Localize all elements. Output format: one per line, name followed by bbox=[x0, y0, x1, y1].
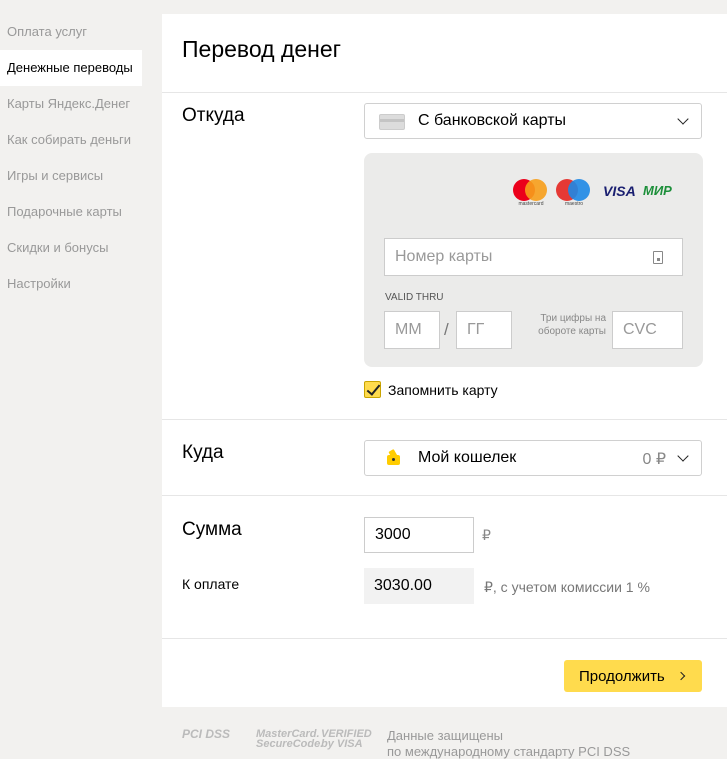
divider bbox=[162, 419, 727, 420]
security-text: Данные защищены по международному станда… bbox=[387, 728, 630, 759]
divider bbox=[162, 495, 727, 496]
sum-label: Сумма bbox=[182, 519, 242, 540]
to-pay-value: 3030.00 bbox=[364, 568, 474, 604]
chevron-down-icon bbox=[677, 113, 689, 125]
currency-label: ₽ bbox=[482, 527, 491, 543]
sidebar-item-fundraising[interactable]: Как собирать деньги bbox=[0, 122, 142, 158]
cvc-input[interactable] bbox=[612, 311, 683, 349]
mir-icon: МИР bbox=[643, 183, 672, 198]
remember-card-label: Запомнить карту bbox=[388, 382, 498, 398]
mastercard-securecode-logo: MasterCard. SecureCode. bbox=[256, 728, 324, 750]
chevron-right-icon bbox=[676, 671, 686, 681]
wallet-icon bbox=[385, 449, 401, 466]
pci-dss-logo: PCI DSS bbox=[182, 727, 231, 741]
card-form: mastercard maestro VISA МИР VALID THRU /… bbox=[364, 153, 703, 367]
divider bbox=[162, 92, 727, 93]
expiry-month-input[interactable] bbox=[384, 311, 440, 349]
to-pay-label: К оплате bbox=[182, 576, 240, 592]
source-select-value: С банковской карты bbox=[418, 112, 567, 129]
maestro-icon: maestro bbox=[556, 179, 592, 207]
continue-button[interactable]: Продолжить bbox=[564, 660, 702, 692]
sidebar-nav: Оплата услуг Денежные переводы Карты Янд… bbox=[0, 14, 142, 302]
sidebar-item-cards[interactable]: Карты Яндекс.Денег bbox=[0, 86, 142, 122]
sidebar-item-discounts[interactable]: Скидки и бонусы bbox=[0, 230, 142, 266]
commission-note: ₽, с учетом комиссии 1 % bbox=[484, 579, 650, 595]
to-label: Куда bbox=[182, 442, 224, 463]
sidebar-item-transfers[interactable]: Денежные переводы bbox=[0, 50, 142, 86]
expiry-year-input[interactable] bbox=[456, 311, 512, 349]
security-text-line1: Данные защищены bbox=[387, 728, 504, 743]
valid-thru-label: VALID THRU bbox=[385, 292, 444, 303]
sidebar-item-settings[interactable]: Настройки bbox=[0, 266, 142, 302]
source-select[interactable]: С банковской карты bbox=[364, 103, 702, 139]
visa-icon: VISA bbox=[603, 183, 636, 199]
amount-input[interactable] bbox=[364, 517, 474, 553]
payment-logos: mastercard maestro VISA МИР bbox=[513, 179, 683, 207]
from-label: Откуда bbox=[182, 105, 245, 126]
transfer-form: Перевод денег Откуда С банковской карты … bbox=[162, 14, 727, 707]
checkmark-icon[interactable] bbox=[364, 381, 381, 398]
card-number-input[interactable] bbox=[384, 238, 683, 276]
wallet-balance: 0 ₽ bbox=[642, 451, 666, 468]
security-text-line2: по международному стандарту PCI DSS bbox=[387, 744, 631, 759]
sidebar-item-games[interactable]: Игры и сервисы bbox=[0, 158, 142, 194]
cvc-hint: Три цифры на обороте карты bbox=[538, 313, 606, 337]
expiry-separator: / bbox=[444, 320, 449, 339]
chevron-down-icon bbox=[677, 450, 689, 462]
security-footer: PCI DSS MasterCard. SecureCode. VERIFIED… bbox=[182, 723, 727, 759]
sidebar-item-payments[interactable]: Оплата услуг bbox=[0, 14, 142, 50]
destination-select[interactable]: Мой кошелек 0 ₽ bbox=[364, 440, 702, 476]
continue-button-label: Продолжить bbox=[579, 667, 665, 685]
card-scan-icon[interactable] bbox=[653, 251, 663, 264]
mastercard-icon: mastercard bbox=[513, 179, 549, 207]
bank-card-icon bbox=[379, 114, 405, 130]
sidebar-item-gift-cards[interactable]: Подарочные карты bbox=[0, 194, 142, 230]
divider bbox=[162, 638, 727, 639]
verified-by-visa-logo: VERIFIED by VISA bbox=[321, 728, 372, 750]
page-title: Перевод денег bbox=[182, 36, 342, 62]
destination-select-value: Мой кошелек bbox=[418, 449, 517, 466]
